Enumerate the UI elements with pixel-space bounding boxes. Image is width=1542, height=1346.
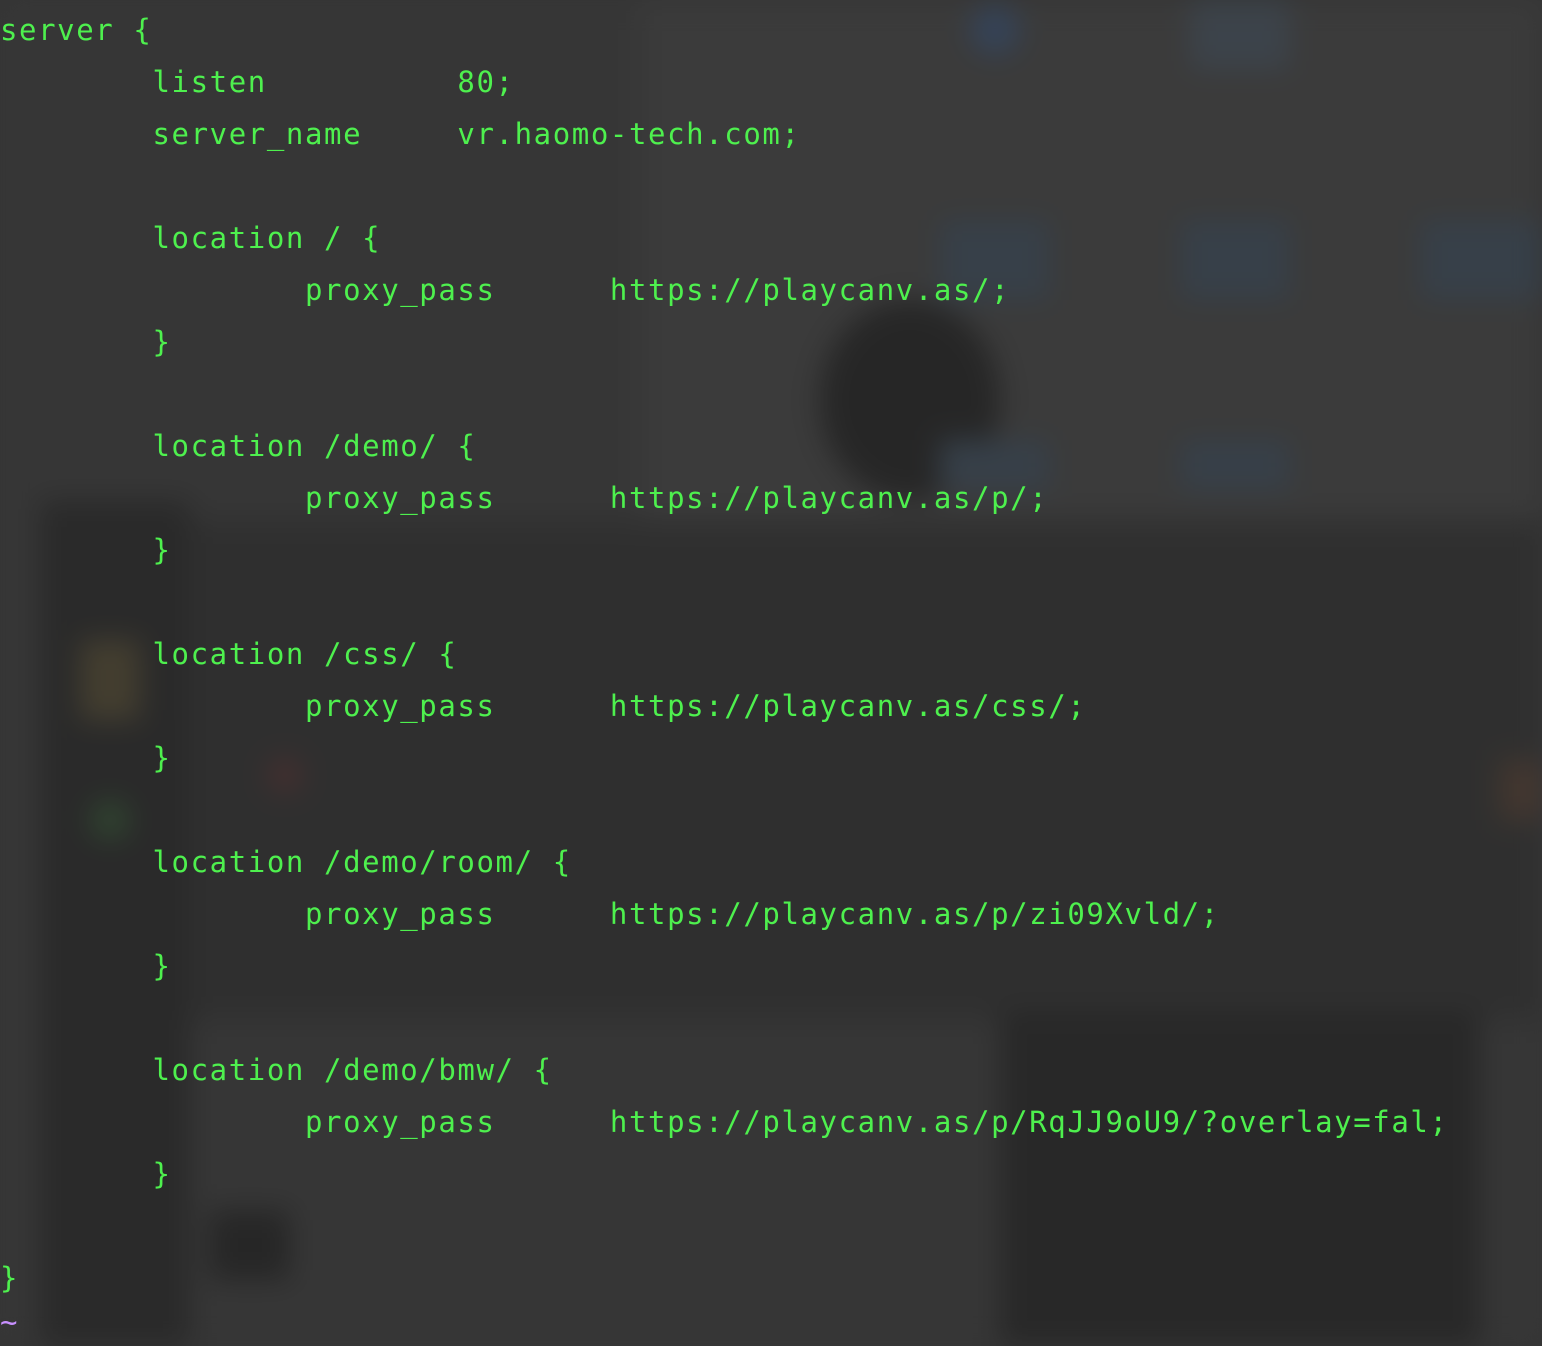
empty-line-marker: ~ — [0, 1305, 18, 1339]
code-line: } — [0, 741, 172, 775]
code-line: listen 80; — [0, 65, 515, 99]
code-line: location /demo/ { — [0, 429, 477, 463]
code-line: } — [0, 533, 172, 567]
code-line: } — [0, 325, 172, 359]
code-line: proxy_pass https://playcanv.as/p/RqJJ9oU… — [0, 1105, 1449, 1139]
code-line: server { — [0, 13, 153, 47]
code-line: location /demo/bmw/ { — [0, 1053, 553, 1087]
code-line: proxy_pass https://playcanv.as/; — [0, 273, 1011, 307]
code-line: } — [0, 1157, 172, 1191]
terminal-window[interactable]: server { listen 80; server_name vr.haomo… — [0, 0, 1542, 1346]
code-line: location /css/ { — [0, 637, 458, 671]
code-line: location / { — [0, 221, 382, 255]
code-line: proxy_pass https://playcanv.as/css/; — [0, 689, 1087, 723]
code-line: proxy_pass https://playcanv.as/p/; — [0, 481, 1049, 515]
code-line: proxy_pass https://playcanv.as/p/zi09Xvl… — [0, 897, 1220, 931]
code-line: server_name vr.haomo-tech.com; — [0, 117, 801, 151]
code-line: location /demo/room/ { — [0, 845, 572, 879]
code-line: } — [0, 1261, 20, 1295]
code-line: } — [0, 949, 172, 983]
